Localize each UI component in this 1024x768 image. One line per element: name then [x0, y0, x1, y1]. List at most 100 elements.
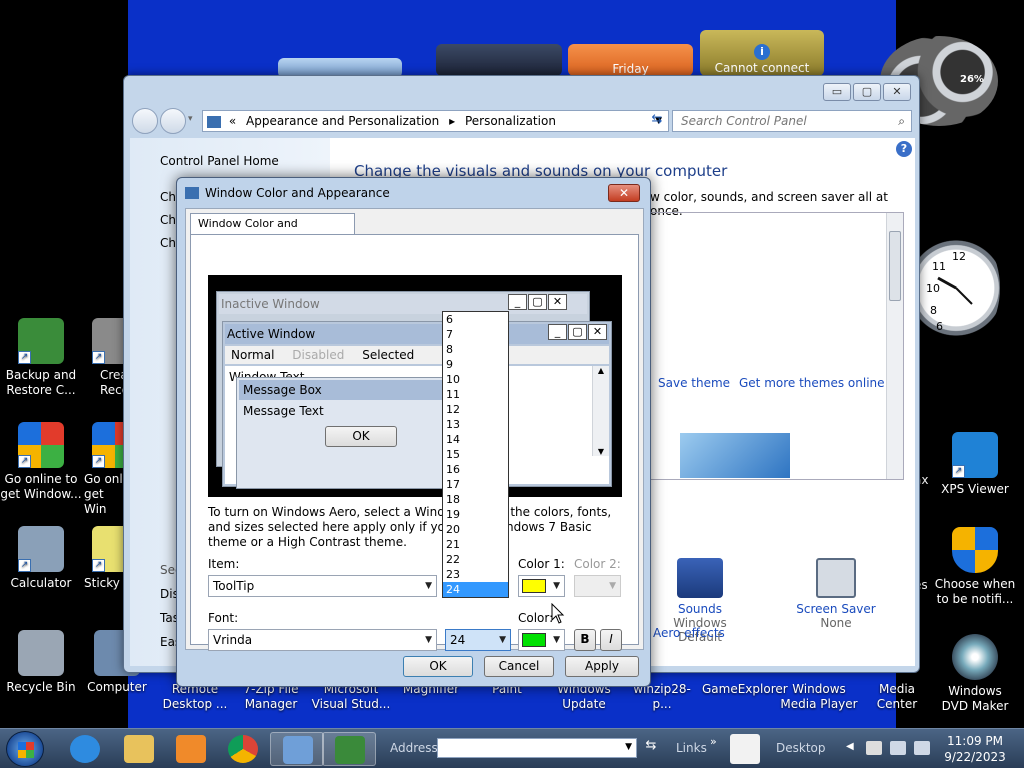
theme-list-scrollbar[interactable]: [886, 213, 903, 479]
taskbar-chrome[interactable]: [216, 732, 270, 766]
cpu-meter-value: 26%: [960, 74, 984, 85]
preview-menu-bar: Normal Disabled Selected: [225, 346, 609, 364]
screen-saver-item[interactable]: Screen Saver None: [786, 558, 886, 630]
control-panel-home-link[interactable]: Control Panel Home: [160, 154, 279, 168]
taskbar-address-input[interactable]: ▼: [437, 738, 637, 758]
tab-window-color[interactable]: Window Color and Appearance: [190, 213, 355, 250]
apply-button[interactable]: Apply: [565, 656, 639, 677]
cancel-button[interactable]: Cancel: [484, 656, 554, 677]
appearance-preview[interactable]: Inactive Window _ ▢ ✕ Active Window _ ▢ …: [208, 275, 622, 497]
taskbar-explorer[interactable]: [112, 732, 166, 766]
go-online-desktop-icon[interactable]: ↗ Go online to get Window...: [0, 422, 82, 502]
close-button[interactable]: ✕: [883, 83, 911, 101]
theme-list[interactable]: [649, 212, 904, 480]
clock-gadget[interactable]: 12 11 10 8 6: [912, 226, 1000, 350]
window-controls: ▭ ▢ ✕: [823, 83, 911, 101]
links-toolbar-label[interactable]: Links: [676, 741, 707, 755]
save-theme-link[interactable]: Save theme: [658, 376, 730, 390]
dialog-close-button[interactable]: ✕: [608, 184, 640, 202]
network-icon[interactable]: [890, 741, 906, 755]
chevron-right-icon[interactable]: »: [710, 735, 717, 748]
scroll-down-icon: ▼: [597, 447, 605, 456]
size-option[interactable]: 14: [443, 432, 508, 447]
bold-toggle[interactable]: B: [574, 629, 596, 651]
media-center-desktop-icon[interactable]: Media Center: [858, 682, 936, 712]
left-task-link[interactable]: Ch: [160, 190, 176, 204]
size-select[interactable]: 24 ▼: [445, 629, 511, 651]
breadcrumb-overflow[interactable]: «: [229, 114, 236, 128]
backup-restore-desktop-icon[interactable]: ↗ Backup and Restore C...: [0, 318, 82, 398]
calendar-gadget[interactable]: Friday: [568, 44, 693, 76]
desktop-icon-label: Go onli get Win: [84, 472, 127, 516]
sticky-notes-desktop-icon[interactable]: ↗ Sticky N: [82, 526, 128, 591]
address-bar[interactable]: « Appearance and Personalization ▸ Perso…: [202, 110, 669, 132]
size-option[interactable]: 13: [443, 417, 508, 432]
size-option[interactable]: 6: [443, 312, 508, 327]
size-option[interactable]: 11: [443, 387, 508, 402]
theme-thumbnail[interactable]: [680, 433, 790, 478]
size-option[interactable]: 16: [443, 462, 508, 477]
forward-button[interactable]: [160, 108, 186, 134]
size-option[interactable]: 12: [443, 402, 508, 417]
size-option[interactable]: 23: [443, 567, 508, 582]
size-option[interactable]: 21: [443, 537, 508, 552]
recent-pages-chevron-icon[interactable]: ▾: [188, 114, 193, 124]
recycle-bin-desktop-icon[interactable]: Recycle Bin: [0, 630, 82, 695]
start-button[interactable]: [6, 731, 44, 767]
refresh-icon[interactable]: ⇆: [646, 110, 668, 132]
size-option[interactable]: 24: [443, 582, 508, 597]
minimize-button[interactable]: ▭: [823, 83, 851, 101]
aero-effects-link[interactable]: Aero effects: [653, 626, 725, 640]
font-color-picker[interactable]: ▼: [518, 629, 565, 651]
links-item-icon[interactable]: [730, 734, 760, 764]
create-recovery-desktop-icon[interactable]: ↗ Crea Recover: [82, 318, 128, 398]
volume-icon[interactable]: [914, 741, 930, 755]
tray-expand-icon[interactable]: ◀: [846, 741, 854, 752]
taskbar-ie[interactable]: [58, 732, 112, 766]
feed-gadget[interactable]: [436, 44, 562, 76]
media-player-desktop-icon[interactable]: Windows Media Player: [780, 682, 858, 712]
uac-settings-desktop-icon[interactable]: Choose when to be notifi...: [934, 527, 1016, 607]
breadcrumb-appearance[interactable]: Appearance and Personalization: [246, 114, 439, 128]
font-select[interactable]: Vrinda ▼: [208, 629, 437, 651]
back-button[interactable]: [132, 108, 158, 134]
item-select[interactable]: ToolTip ▼: [208, 575, 437, 597]
left-task-link[interactable]: Ch: [160, 213, 176, 227]
calculator-desktop-icon[interactable]: ↗ Calculator: [0, 526, 82, 591]
size-option[interactable]: 19: [443, 507, 508, 522]
xps-viewer-desktop-icon[interactable]: ↗ XPS Viewer: [934, 432, 1016, 497]
clock[interactable]: 11:09 PM 9/22/2023: [940, 733, 1010, 765]
screen-saver-value: None: [820, 616, 852, 630]
get-more-themes-link[interactable]: Get more themes online: [739, 376, 885, 390]
size-option[interactable]: 7: [443, 327, 508, 342]
taskbar-window-color[interactable]: [322, 732, 376, 766]
italic-toggle[interactable]: I: [600, 629, 622, 651]
taskbar-control-panel[interactable]: [270, 732, 324, 766]
left-task-link[interactable]: Ch: [160, 236, 176, 250]
color1-picker[interactable]: ▼: [518, 575, 565, 597]
size-option[interactable]: 15: [443, 447, 508, 462]
size-option[interactable]: 9: [443, 357, 508, 372]
game-explorer-desktop-icon[interactable]: GameExplorer: [702, 682, 788, 697]
search-input[interactable]: Search Control Panel ⌕: [672, 110, 912, 132]
go-online-2-desktop-icon[interactable]: ↗ Go onli get Win: [82, 422, 128, 517]
maximize-button[interactable]: ▢: [853, 83, 881, 101]
breadcrumb-personalization[interactable]: Personalization: [465, 114, 556, 128]
weather-gadget[interactable]: i Cannot connect: [700, 30, 824, 76]
go-arrows-icon[interactable]: ⇆: [640, 738, 662, 758]
size-option[interactable]: 18: [443, 492, 508, 507]
size-option[interactable]: 10: [443, 372, 508, 387]
size-option[interactable]: 8: [443, 342, 508, 357]
size-dropdown-list[interactable]: 6 7 8 9 10 11 12 13 14 15 16 17 18 19 20 21 22 23 24: [442, 311, 509, 598]
size-option[interactable]: 22: [443, 552, 508, 567]
desktop-toolbar-label[interactable]: Desktop: [776, 741, 826, 755]
scrollbar-thumb[interactable]: [889, 231, 901, 301]
search-icon[interactable]: ⌕: [898, 111, 905, 131]
size-option[interactable]: 17: [443, 477, 508, 492]
dvd-maker-desktop-icon[interactable]: Windows DVD Maker: [934, 634, 1016, 714]
action-center-icon[interactable]: [866, 741, 882, 755]
taskbar-media-player[interactable]: [164, 732, 218, 766]
ok-button[interactable]: OK: [403, 656, 473, 677]
help-button-icon[interactable]: ?: [896, 141, 912, 157]
size-option[interactable]: 20: [443, 522, 508, 537]
